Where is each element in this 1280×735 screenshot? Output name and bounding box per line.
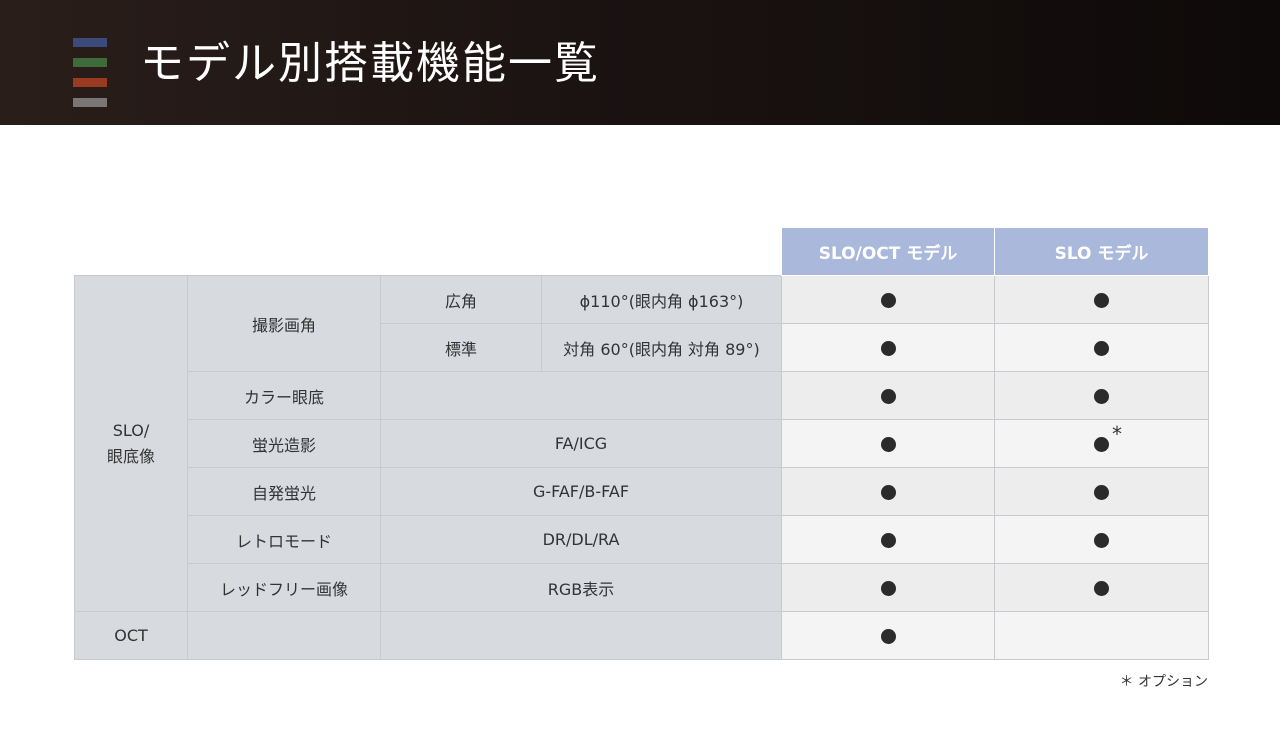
detail-cell: RGB表示 [380,563,782,612]
feature-label: カラー眼底 [187,371,381,420]
color-bar [73,78,107,87]
slo-cell [994,467,1209,516]
bullet-icon [880,629,896,644]
detail-cell: DR/DL/RA [380,515,782,564]
detail-cell: G-FAF/B-FAF [380,467,782,516]
header-banner: モデル別搭載機能一覧 [0,0,1280,125]
group-label-oct: OCT [74,611,188,660]
slo-cell [994,371,1209,420]
sub-label: 広角 [380,275,542,324]
column-header-slo-oct: SLO/OCT モデル [781,227,995,276]
bullet-icon [1094,389,1109,404]
color-bar [73,98,107,107]
detail-cell [380,371,782,420]
slo-oct-cell [781,419,995,468]
slo-cell [994,275,1209,324]
slo-cell [994,611,1209,660]
footnote: ＊ オプション [1119,674,1208,690]
bullet-icon [880,293,896,308]
bullet-icon [880,485,896,500]
feature-label: 蛍光造影 [187,419,381,468]
bullet-icon [1094,437,1109,452]
feature-label: レッドフリー画像 [187,563,381,612]
page-title: モデル別搭載機能一覧 [140,38,600,89]
detail-cell: 対角 60°(眼内角 対角 89°) [541,323,782,372]
slo-oct-cell [781,323,995,372]
feature-label: 自発蛍光 [187,467,381,516]
group-label-slo: SLO/ 眼底像 [74,275,188,612]
feature-label: レトロモード [187,515,381,564]
detail-cell: FA/ICG [380,419,782,468]
slo-oct-cell [781,611,995,660]
oct-feature-blank [187,611,381,660]
slo-cell: * [994,419,1209,468]
column-header-slo: SLO モデル [994,227,1209,276]
color-bars [73,38,107,118]
slo-oct-cell [781,467,995,516]
bullet-icon [1094,485,1109,500]
bullet-icon [1094,533,1109,548]
detail-cell: ϕ110°(眼内角 ϕ163°) [541,275,782,324]
blank-header [75,228,782,276]
bullet-icon [880,581,896,596]
slo-oct-cell [781,563,995,612]
feature-label: 撮影画角 [187,275,381,372]
bullet-icon [1094,581,1109,596]
option-mark: * [1112,422,1122,446]
sub-label: 標準 [380,323,542,372]
slo-oct-cell [781,515,995,564]
slo-oct-cell [781,275,995,324]
slo-cell [994,563,1209,612]
slo-cell [994,323,1209,372]
bullet-icon [1094,341,1109,356]
bullet-icon [880,389,896,404]
oct-detail-blank [380,611,782,660]
slo-cell [994,515,1209,564]
feature-table: SLO/OCT モデル SLO モデル SLO/ 眼底像 撮影画角 広角 ϕ11… [74,227,1209,660]
color-bar [73,38,107,47]
bullet-icon [880,341,896,356]
slo-oct-cell [781,371,995,420]
color-bar [73,58,107,67]
bullet-icon [880,533,896,548]
bullet-icon [1094,293,1109,308]
bullet-icon [880,437,896,452]
